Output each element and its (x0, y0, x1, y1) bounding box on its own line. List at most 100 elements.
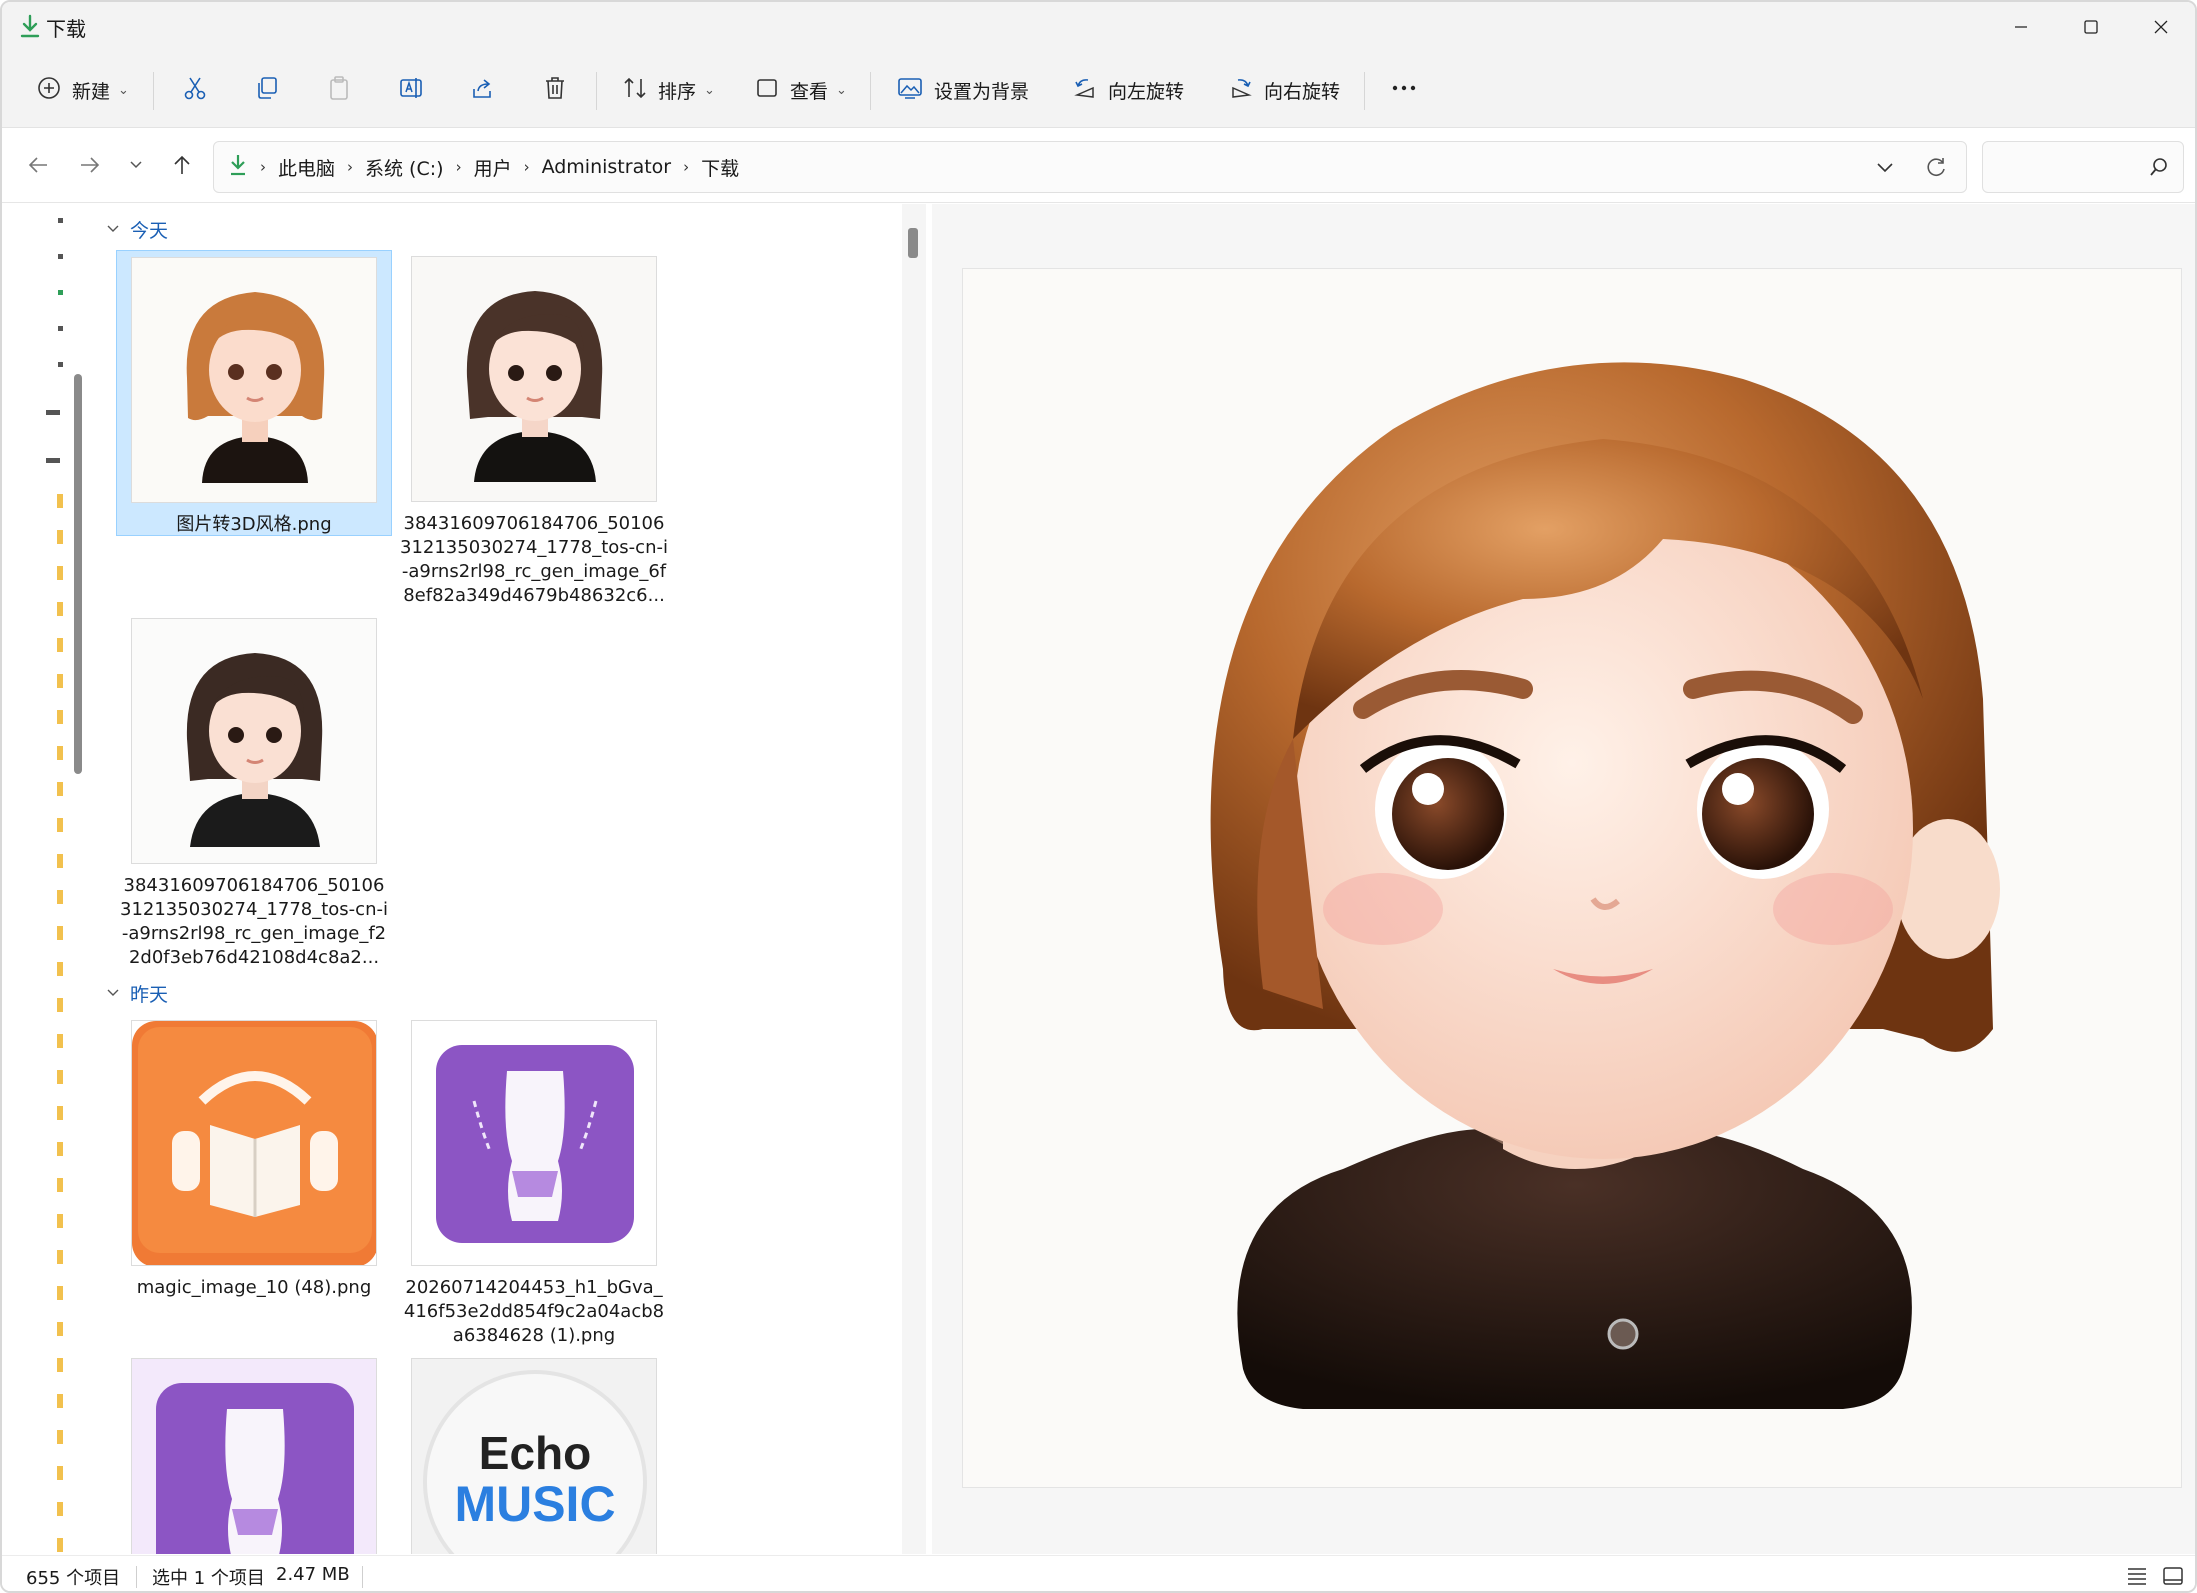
breadcrumb-item[interactable]: 用户 (474, 154, 512, 181)
avatar-thumbnail (132, 258, 376, 502)
chevron-right-icon: › (523, 158, 530, 176)
details-view-icon[interactable] (2126, 1566, 2148, 1591)
folder-icon (57, 1466, 63, 1480)
file-item[interactable]: 38431609706184706_50106312135030274_1778… (396, 250, 672, 606)
folder-icon (57, 530, 63, 544)
file-thumbnail (131, 618, 377, 864)
breadcrumb-item[interactable]: 此电脑 (278, 154, 335, 181)
set-background-button[interactable]: 设置为背景 (886, 66, 1039, 114)
drive-icon (46, 410, 60, 415)
copy-button[interactable] (244, 66, 290, 114)
recent-locations-button[interactable] (116, 147, 156, 187)
chevron-down-icon (106, 983, 120, 1005)
chevron-down-icon: ⌄ (118, 82, 129, 98)
chevron-right-icon: › (260, 158, 266, 176)
folder-icon (57, 1430, 63, 1444)
view-label: 查看 (790, 80, 829, 103)
sort-button[interactable]: 排序 ⌄ (612, 66, 725, 114)
item-count: 655 个项目 (26, 1568, 121, 1589)
search-input[interactable] (1982, 141, 2184, 193)
file-thumbnail: Echo MUSIC (411, 1358, 657, 1554)
address-bar[interactable]: › 此电脑 › 系统 (C:) › 用户 › Administrator › 下… (213, 141, 1967, 193)
group-header-yesterday[interactable]: 昨天 (106, 980, 168, 1007)
folder-icon (57, 494, 63, 508)
close-button[interactable] (2126, 2, 2195, 52)
breadcrumb: › 此电脑 › 系统 (C:) › 用户 › Administrator › 下… (228, 142, 739, 192)
folder-icon (57, 1286, 63, 1300)
avatar-preview-illustration (963, 269, 2181, 1487)
folder-icon (57, 782, 63, 796)
file-thumbnail (131, 1358, 377, 1554)
rename-button[interactable] (388, 66, 434, 114)
nav-item-marker (58, 218, 63, 223)
file-name: 38431609706184706_50106312135030274_1778… (120, 875, 388, 968)
copy-icon (254, 75, 280, 106)
rotate-right-button[interactable]: 向右旋转 (1218, 66, 1350, 114)
file-item[interactable]: 38431609706184706_50106312135030274_1778… (116, 612, 392, 968)
folder-icon (57, 1070, 63, 1084)
group-header-today[interactable]: 今天 (106, 216, 168, 243)
refresh-icon[interactable] (1924, 155, 1948, 183)
folder-icon (57, 998, 63, 1012)
file-list: 今天 图片转3D风格.png 38431609706184706_5010631… (94, 204, 916, 1554)
folder-icon (57, 602, 63, 616)
new-button[interactable]: 新建 ⌄ (26, 66, 139, 114)
preview-pane (932, 204, 2195, 1554)
folder-icon (57, 1322, 63, 1336)
forward-button[interactable] (70, 147, 110, 187)
maximize-button[interactable] (2056, 2, 2126, 52)
breadcrumb-item[interactable]: 系统 (C:) (365, 154, 444, 181)
chevron-right-icon: › (455, 158, 462, 176)
back-button[interactable] (18, 147, 58, 187)
avatar-thumbnail (132, 619, 376, 863)
file-item[interactable]: magic_image_10 (48).png (116, 1014, 392, 1298)
file-list-scrollbar-thumb[interactable] (908, 228, 918, 258)
set-background-label: 设置为背景 (934, 80, 1030, 103)
share-button[interactable] (460, 66, 506, 114)
file-name: magic_image_10 (48).png (136, 1277, 372, 1298)
folder-icon (57, 638, 63, 652)
wallpaper-icon (896, 75, 924, 106)
file-thumbnail (131, 257, 377, 503)
cut-button[interactable] (172, 66, 218, 114)
view-button[interactable]: 查看 ⌄ (744, 66, 857, 114)
address-history-dropdown[interactable] (1874, 156, 1896, 182)
folder-icon (57, 1106, 63, 1120)
folder-icon (57, 962, 63, 976)
breadcrumb-item[interactable]: 下载 (701, 154, 739, 181)
file-item[interactable]: 图片转3D风格.png (116, 250, 392, 536)
chevron-down-icon (128, 157, 144, 177)
sort-icon (622, 75, 648, 106)
folder-icon (57, 926, 63, 940)
file-item[interactable]: 20260714204453_h1_bGva_416f53e2dd854f9c2… (396, 1014, 672, 1346)
folder-icon (57, 1034, 63, 1048)
folder-icon (57, 1250, 63, 1264)
status-bar: 655 个项目 选中 1 个项目 2.47 MB (2, 1555, 2195, 1591)
navigation-scrollbar[interactable] (74, 374, 82, 774)
file-item[interactable] (116, 1352, 392, 1554)
file-name: 20260714204453_h1_bGva_416f53e2dd854f9c2… (403, 1277, 665, 1346)
folder-icon (57, 1358, 63, 1372)
paste-button[interactable] (316, 66, 362, 114)
preview-image (962, 268, 2182, 1488)
arrow-right-icon (79, 154, 101, 180)
command-bar: 新建 ⌄ 排序 ⌄ 查看 ⌄ 设置为背景 向左旋转 向右旋转 (2, 52, 2195, 128)
delete-button[interactable] (532, 66, 578, 114)
nav-item-marker (58, 254, 63, 259)
file-explorer-window: 下载 新建 ⌄ 排序 ⌄ 查看 ⌄ 设置为背景 向左旋转 向右旋转 › 此电脑 … (0, 0, 2197, 1593)
file-list-scrollbar-track[interactable] (902, 204, 926, 1554)
breadcrumb-item[interactable]: Administrator (542, 156, 672, 178)
rotate-left-button[interactable]: 向左旋转 (1062, 66, 1194, 114)
file-item[interactable]: Echo MUSIC (396, 1352, 672, 1554)
minimize-button[interactable] (1986, 2, 2056, 52)
more-options-button[interactable] (1380, 66, 1428, 114)
sort-label: 排序 (658, 80, 697, 103)
clipboard-icon (326, 75, 352, 106)
echo-music-thumbnail: Echo MUSIC (412, 1359, 656, 1554)
file-thumbnail (131, 1020, 377, 1266)
large-icons-view-icon[interactable] (2162, 1566, 2184, 1591)
view-icon (754, 75, 780, 106)
new-label: 新建 (72, 80, 111, 103)
up-button[interactable] (162, 147, 202, 187)
rotate-left-label: 向左旋转 (1108, 80, 1185, 103)
